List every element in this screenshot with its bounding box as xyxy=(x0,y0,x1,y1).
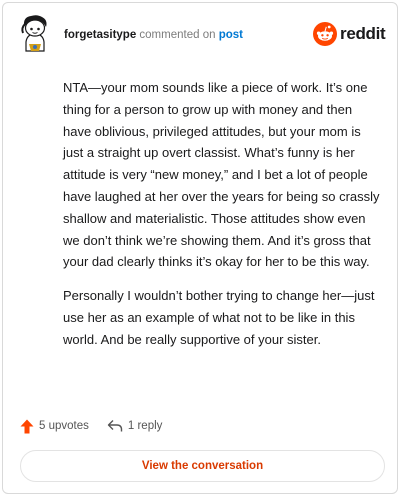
upvote-count: 5 upvotes xyxy=(39,420,89,432)
brand-wordmark: reddit xyxy=(340,24,386,43)
reddit-logo[interactable]: reddit xyxy=(313,22,386,46)
comment-byline: forgetasitype commented on post xyxy=(64,28,243,42)
reply-count: 1 reply xyxy=(127,420,163,432)
comment-header: forgetasitype commented on post reddit xyxy=(3,3,397,65)
username[interactable]: forgetasitype xyxy=(64,29,136,41)
view-conversation-button[interactable]: View the conversation xyxy=(20,450,385,482)
byline-action: commented on xyxy=(136,29,219,41)
avatar[interactable] xyxy=(17,14,53,52)
snoo-avatar-icon xyxy=(21,15,47,52)
reddit-snoo-icon xyxy=(313,22,337,46)
upvote-arrow-icon xyxy=(20,419,34,433)
comment-stats: 5 upvotes 1 reply xyxy=(20,417,162,435)
upvote-stat[interactable]: 5 upvotes xyxy=(20,419,89,434)
post-link[interactable]: post xyxy=(219,29,243,41)
comment-card: forgetasitype commented on post reddit N… xyxy=(2,2,398,494)
comment-body: NTA—your mom sounds like a piece of work… xyxy=(63,77,383,351)
comment-paragraph: NTA—your mom sounds like a piece of work… xyxy=(63,80,380,270)
reply-arrow-icon xyxy=(107,420,123,432)
reply-stat[interactable]: 1 reply xyxy=(107,419,163,433)
comment-paragraph: Personally I wouldn’t bother trying to c… xyxy=(63,288,375,347)
